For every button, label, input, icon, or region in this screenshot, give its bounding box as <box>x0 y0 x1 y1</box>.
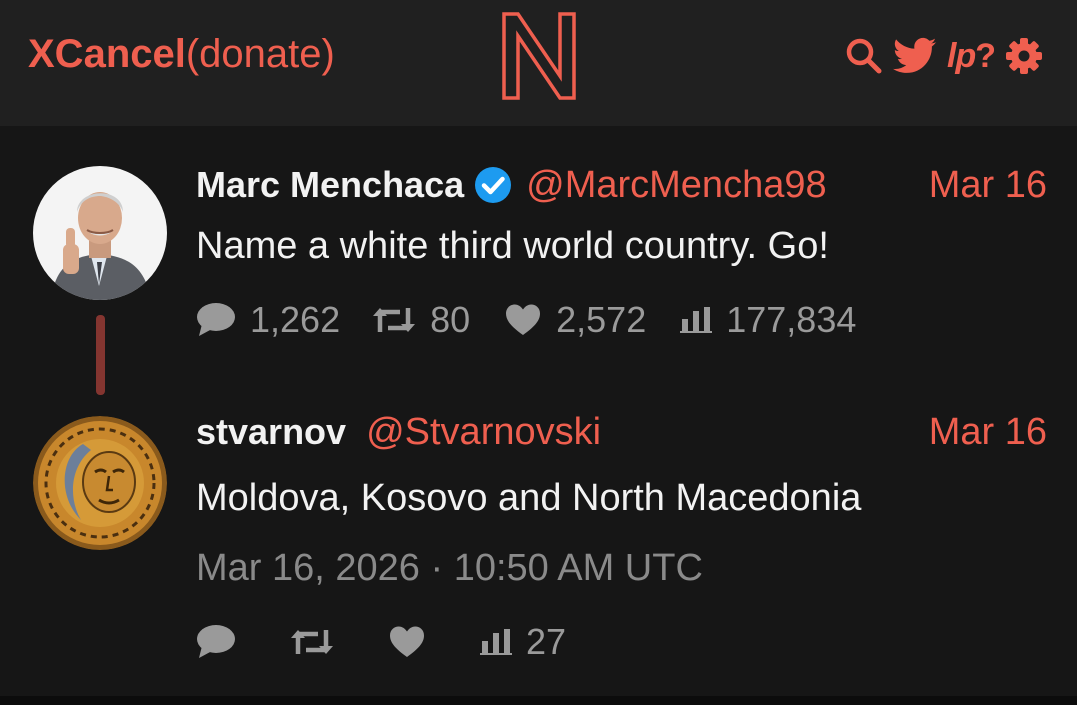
tweet-header: Marc Menchaca @MarcMencha98 <box>196 160 827 210</box>
likes-stat[interactable]: 2,572 <box>504 299 646 341</box>
comment-icon <box>197 625 235 658</box>
views-count: 27 <box>526 621 567 662</box>
gear-icon[interactable] <box>1005 36 1043 76</box>
nitter-logo[interactable] <box>500 10 578 102</box>
tweet-content: Moldova, Kosovo and North Macedonia <box>196 477 862 519</box>
replies-count: 1,262 <box>250 299 341 340</box>
tweet-stats: 27 <box>196 620 566 664</box>
comment-icon <box>197 303 235 336</box>
heart-icon <box>506 304 541 335</box>
tweet-published-date: Mar 16, 2026 · 10:50 AM UTC <box>196 547 703 589</box>
views-stat: 177,834 <box>680 299 856 341</box>
retweets-stat[interactable]: 80 <box>372 299 470 341</box>
retweet-icon <box>291 630 333 654</box>
views-stat: 27 <box>480 621 566 663</box>
username[interactable]: @Stvarnovski <box>366 411 601 454</box>
lp-icon[interactable]: lp <box>947 36 976 76</box>
fullname[interactable]: stvarnov <box>196 411 346 453</box>
avatar[interactable] <box>33 166 167 300</box>
likes-count: 2,572 <box>556 299 647 340</box>
likes-stat[interactable] <box>388 625 440 659</box>
verified-icon <box>474 166 512 204</box>
bird-icon[interactable] <box>893 36 937 76</box>
views-count: 177,834 <box>726 299 857 340</box>
help-icon[interactable]: ? <box>975 36 996 76</box>
thread-line <box>96 315 105 395</box>
tweet-date[interactable]: Mar 16 <box>929 160 1047 210</box>
search-icon[interactable] <box>845 36 883 76</box>
tweet-date[interactable]: Mar 16 <box>929 407 1047 457</box>
bottom-bar <box>0 696 1077 705</box>
replies-stat[interactable] <box>196 624 250 660</box>
retweets-count: 80 <box>430 299 471 340</box>
views-icon <box>680 307 713 333</box>
donate-link[interactable]: (donate) <box>186 32 335 76</box>
replies-stat[interactable]: 1,262 <box>196 299 340 341</box>
nav-icons: lp ? <box>845 36 1043 76</box>
views-icon <box>480 629 512 655</box>
avatar[interactable] <box>33 416 167 550</box>
heart-icon <box>390 626 424 657</box>
username[interactable]: @MarcMencha98 <box>526 164 826 207</box>
retweet-icon <box>373 308 416 332</box>
fullname[interactable]: Marc Menchaca <box>196 164 464 206</box>
tweet-stats: 1,262 80 2,572 177,834 <box>196 298 856 342</box>
retweets-stat[interactable] <box>290 626 348 658</box>
navbar: XCancel(donate) lp ? <box>0 0 1077 126</box>
brand-link[interactable]: XCancel(donate) <box>28 30 335 78</box>
timeline: Marc Menchaca @MarcMencha98 Mar 16 Name … <box>0 126 1077 696</box>
tweet-content: Name a white third world country. Go! <box>196 225 829 267</box>
tweet-header: stvarnov @Stvarnovski <box>196 407 601 457</box>
brand-name[interactable]: XCancel <box>28 32 186 76</box>
